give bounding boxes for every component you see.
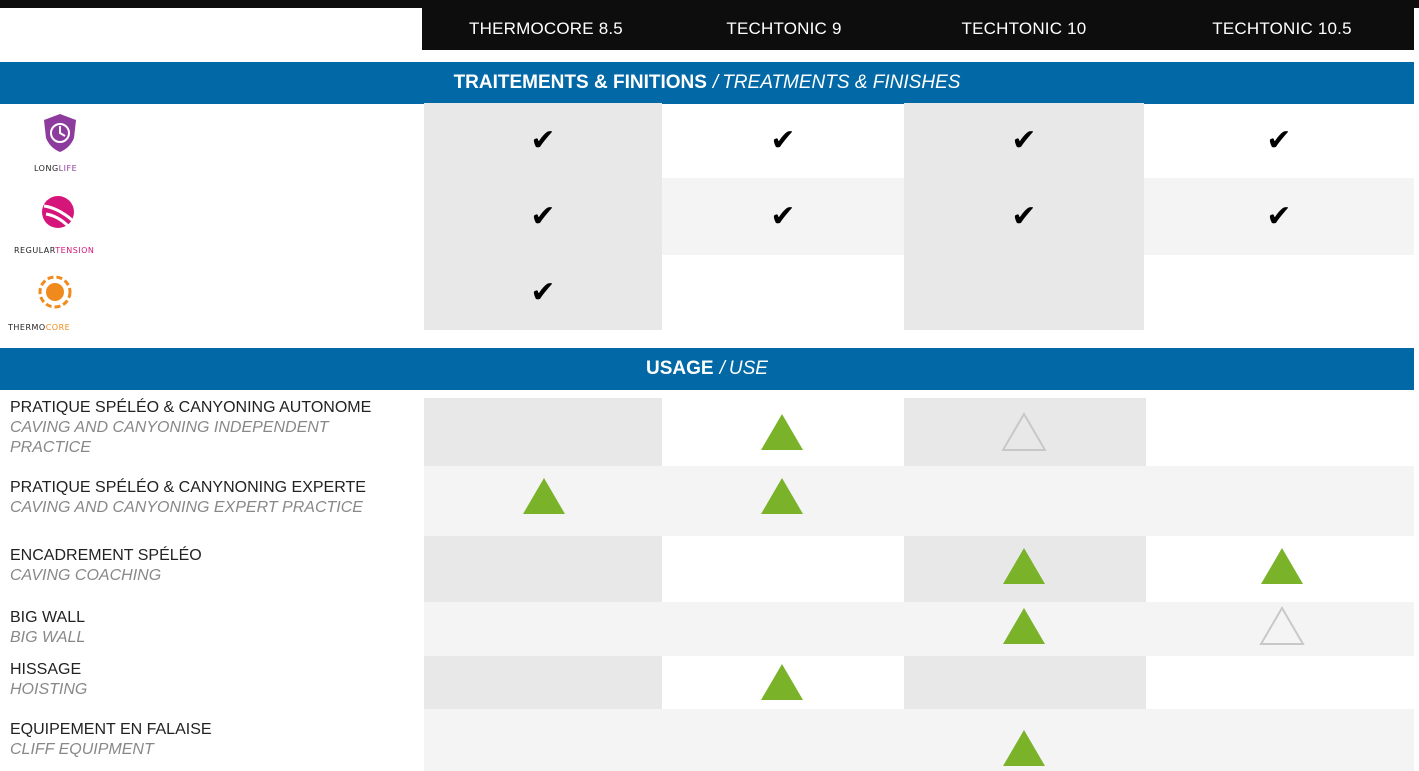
- longlife-shield-icon: [44, 114, 76, 152]
- check-mark-icon: ✔: [530, 123, 556, 158]
- usage-label-fr: PRATIQUE SPÉLÉO & CANYNONING EXPERTE: [10, 479, 366, 496]
- usage-row-label: PRATIQUE SPÉLÉO & CANYONING AUTONOME CAV…: [10, 398, 420, 458]
- usage-label-fr: ENCADREMENT SPÉLÉO: [10, 547, 202, 564]
- check-mark-icon: ✔: [770, 199, 796, 234]
- usage-label-en: CLIFF EQUIPMENT: [10, 741, 154, 758]
- longlife-logo: LONGLIFE: [8, 112, 108, 174]
- regulartension-caption: REGULARTENSION: [14, 246, 95, 255]
- usage-title-fr: USAGE: [646, 358, 714, 379]
- usage-row-bg: [424, 466, 1414, 536]
- top-bar: [0, 0, 1419, 8]
- treatments-section-header: TRAITEMENTS & FINITIONS / TREATMENTS & F…: [0, 62, 1414, 104]
- treatments-title-fr: TRAITEMENTS & FINITIONS: [453, 72, 707, 93]
- product-name-techtonic-10-5: TECHTONIC 10.5: [1212, 19, 1352, 38]
- thermocore-icon: [38, 275, 72, 309]
- usage-title-sep: /: [719, 358, 725, 379]
- usage-label-en: CAVING COACHING: [10, 567, 162, 584]
- usage-label-en: BIG WALL: [10, 629, 86, 646]
- usage-row-label: HISSAGE HOISTING: [10, 660, 420, 700]
- usage-label-fr: HISSAGE: [10, 661, 82, 678]
- usage-row-label: EQUIPEMENT EN FALAISE CLIFF EQUIPMENT: [10, 720, 420, 760]
- check-mark-icon: ✔: [1266, 123, 1292, 158]
- usage-cell-bg: [904, 656, 1146, 709]
- outline-triangle-icon: [1001, 412, 1047, 451]
- usage-label-fr: EQUIPEMENT EN FALAISE: [10, 721, 212, 738]
- product-name-thermocore-8-5: THERMOCORE 8.5: [469, 19, 623, 38]
- usage-label-fr: BIG WALL: [10, 609, 85, 626]
- usage-cell-bg: [424, 656, 662, 709]
- filled-triangle-icon: [1003, 608, 1045, 644]
- filled-triangle-icon: [523, 478, 565, 514]
- usage-row-label: BIG WALL BIG WALL: [10, 608, 420, 648]
- usage-cell-bg: [424, 398, 662, 466]
- usage-label-en: CAVING AND CANYONING INDEPENDENT PRACTIC…: [10, 419, 329, 456]
- regulartension-icon: [42, 196, 74, 228]
- product-name-techtonic-10: TECHTONIC 10: [961, 19, 1087, 38]
- treatments-title-sep: /: [712, 72, 719, 93]
- check-mark-icon: ✔: [1011, 123, 1037, 158]
- filled-triangle-icon: [761, 414, 803, 450]
- filled-triangle-icon: [761, 478, 803, 514]
- check-mark-icon: ✔: [530, 275, 556, 310]
- thermocore-caption: THERMOCORE: [8, 323, 71, 332]
- filled-triangle-icon: [1261, 548, 1303, 584]
- outline-triangle-icon: [1259, 606, 1305, 645]
- check-mark-icon: ✔: [1266, 199, 1292, 234]
- usage-section-header: USAGE / USE: [0, 348, 1414, 390]
- longlife-caption: LONGLIFE: [34, 164, 78, 173]
- product-name-techtonic-9: TECHTONIC 9: [726, 19, 842, 38]
- usage-label-fr: PRATIQUE SPÉLÉO & CANYONING AUTONOME: [10, 399, 372, 416]
- filled-triangle-icon: [1003, 730, 1045, 766]
- usage-row-bg: [424, 709, 1414, 771]
- usage-label-en: HOISTING: [10, 681, 88, 698]
- treatments-title-en: TREATMENTS & FINISHES: [722, 72, 961, 93]
- usage-title-en: USE: [728, 358, 768, 379]
- filled-triangle-icon: [761, 664, 803, 700]
- usage-row-label: PRATIQUE SPÉLÉO & CANYNONING EXPERTE CAV…: [10, 478, 420, 518]
- check-mark-icon: ✔: [530, 199, 556, 234]
- regulartension-logo: REGULARTENSION: [8, 194, 118, 256]
- usage-label-en: CAVING AND CANYONING EXPERT PRACTICE: [10, 499, 363, 516]
- usage-cell-bg: [424, 536, 662, 602]
- filled-triangle-icon: [1003, 548, 1045, 584]
- thermocore-logo: THERMOCORE: [8, 275, 108, 337]
- usage-row-label: ENCADREMENT SPÉLÉO CAVING COACHING: [10, 546, 420, 586]
- check-mark-icon: ✔: [770, 123, 796, 158]
- check-mark-icon: ✔: [1011, 199, 1037, 234]
- treatments-cell-bg: [904, 255, 1144, 330]
